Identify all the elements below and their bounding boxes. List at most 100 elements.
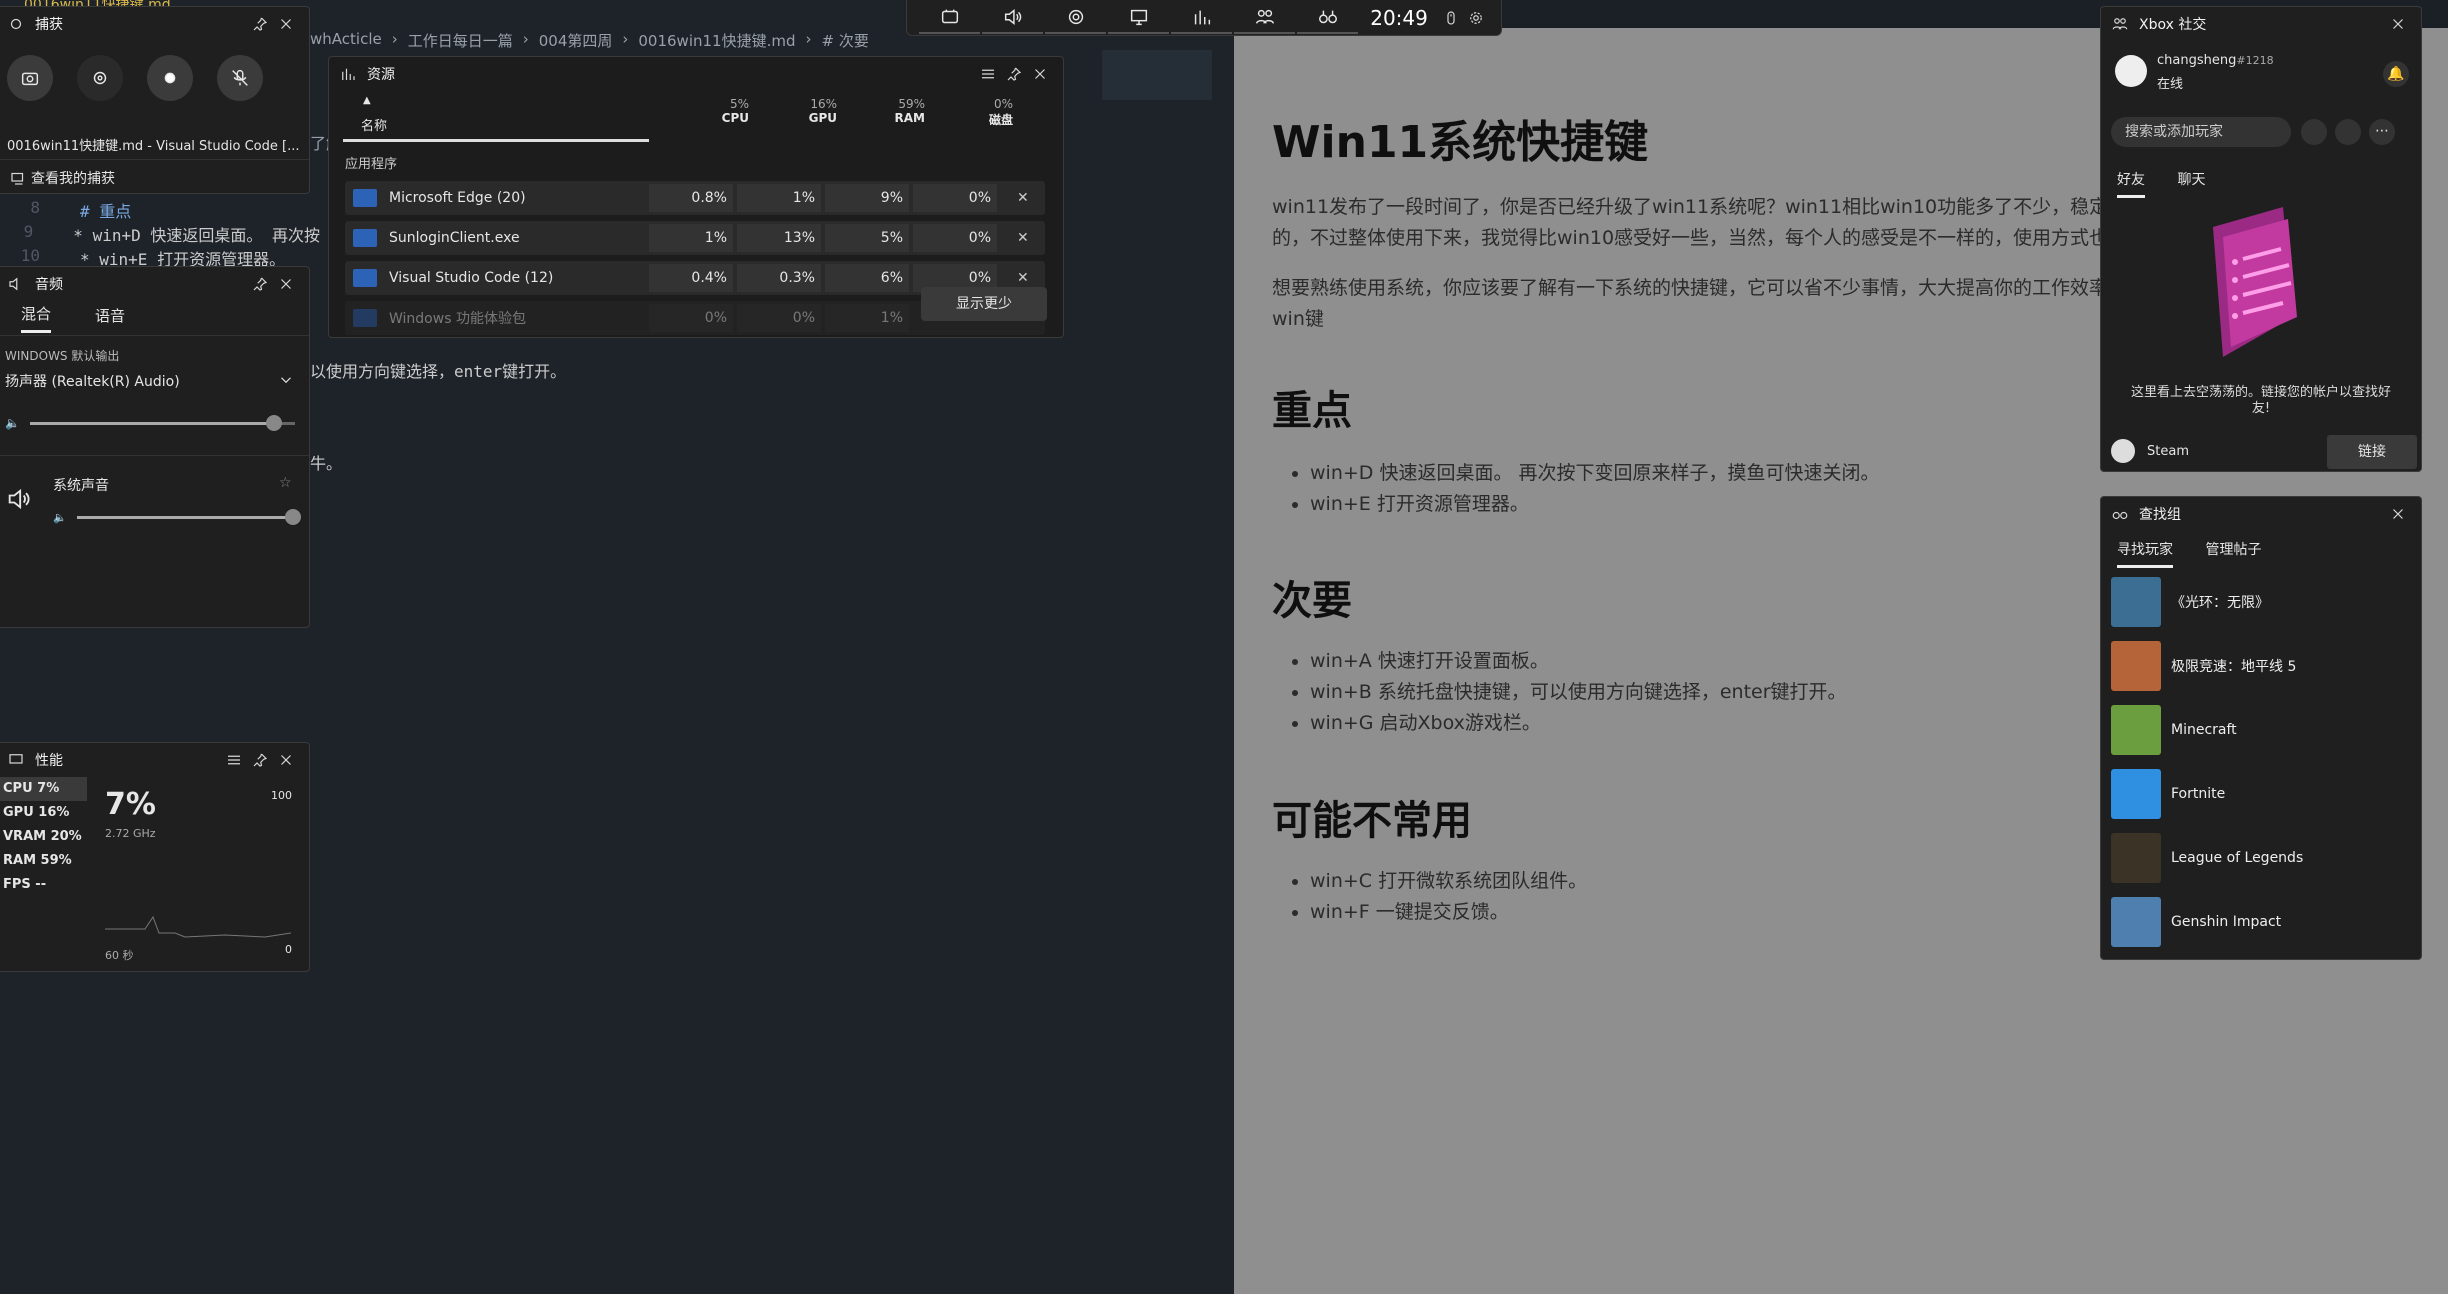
column-ram[interactable]: 59% RAM: [865, 97, 925, 125]
screenshot-button[interactable]: [7, 55, 53, 101]
output-device-select[interactable]: 扬声器 (Realtek(R) Audio): [5, 371, 295, 393]
link-account-button[interactable]: 链接: [2327, 435, 2417, 469]
recent-capture-file[interactable]: 0016win11快捷键.md - Visual Studio Code [..…: [7, 135, 299, 154]
game-item[interactable]: Fortnite: [2111, 765, 2411, 823]
more-icon[interactable]: ⋯: [2369, 119, 2395, 145]
performance-icon: [3, 747, 29, 773]
breadcrumb-item[interactable]: 004第四周: [539, 30, 613, 51]
tab-chat[interactable]: 聊天: [2177, 169, 2205, 195]
speaker-icon: [3, 271, 29, 297]
close-icon[interactable]: [1027, 61, 1053, 87]
metric-gpu[interactable]: GPU 16%: [0, 801, 87, 825]
close-icon[interactable]: [2385, 501, 2411, 527]
process-name: Visual Studio Code (12): [389, 270, 554, 286]
column-disk[interactable]: 0% 磁盘: [953, 97, 1013, 128]
process-name: SunloginClient.exe: [389, 230, 520, 246]
game-bar: 20:49: [906, 0, 1502, 36]
capture-icon[interactable]: [1045, 2, 1107, 34]
list-item: win+G 启动Xbox游戏栏。: [1310, 708, 1847, 739]
lfg-icon[interactable]: [1297, 2, 1359, 34]
audio-icon[interactable]: [982, 2, 1044, 34]
pin-icon[interactable]: [247, 11, 273, 37]
ram-value: 5%: [825, 224, 909, 252]
column-gpu[interactable]: 16% GPU: [777, 97, 837, 125]
tab-mix[interactable]: 混合: [21, 303, 52, 333]
code-line[interactable]: 8 # 重点 9 * win+D 快速返回桌面。 再次按 10 * win+E 打开资…: [0, 198, 320, 270]
close-icon[interactable]: ✕: [1017, 270, 1029, 286]
notification-icon[interactable]: 🔔: [2383, 61, 2409, 87]
output-device-label: 扬声器 (Realtek(R) Audio): [5, 374, 180, 390]
game-item[interactable]: 《光环：无限》: [2111, 573, 2411, 631]
game-item[interactable]: League of Legends: [2111, 829, 2411, 887]
game-item[interactable]: Minecraft: [2111, 701, 2411, 759]
breadcrumb-item[interactable]: 工作日每日一篇: [408, 30, 513, 51]
close-icon[interactable]: [2385, 11, 2411, 37]
tab-manage-posts[interactable]: 管理帖子: [2205, 539, 2261, 565]
record-last-button[interactable]: [77, 55, 123, 101]
slider-thumb[interactable]: [265, 414, 282, 431]
metric-ram[interactable]: RAM 59%: [0, 849, 87, 873]
metric-cpu[interactable]: CPU 7%: [0, 777, 87, 801]
resources-icon[interactable]: [1171, 2, 1233, 34]
performance-icon[interactable]: [1108, 2, 1170, 34]
pin-icon[interactable]: [247, 747, 273, 773]
star-icon[interactable]: ☆: [279, 475, 292, 491]
close-icon[interactable]: ✕: [1017, 190, 1029, 206]
avatar[interactable]: [2115, 55, 2147, 87]
tab-voice[interactable]: 语音: [95, 305, 125, 332]
game-name: Genshin Impact: [2171, 914, 2282, 930]
xbox-social-icon[interactable]: [1234, 2, 1296, 34]
table-row[interactable]: Microsoft Edge (20) 0.8% 1% 9% 0% ✕: [345, 181, 1045, 215]
settings-sliders-icon[interactable]: [221, 747, 247, 773]
system-volume-slider[interactable]: 🔈: [53, 507, 301, 527]
sort-arrow-icon[interactable]: ▲: [363, 95, 371, 106]
mic-off-button[interactable]: [217, 55, 263, 101]
column-cpu[interactable]: 5% CPU: [689, 97, 749, 125]
pin-icon[interactable]: [247, 271, 273, 297]
disk-value: 0%: [913, 184, 997, 212]
slider-thumb[interactable]: [285, 508, 301, 525]
breadcrumb-separator: ›: [805, 30, 812, 48]
breadcrumb-item[interactable]: whActicle: [310, 30, 382, 51]
tab-find-players[interactable]: 寻找玩家: [2117, 539, 2173, 568]
tab-friends[interactable]: 好友: [2117, 169, 2145, 198]
game-thumbnail: [2111, 577, 2161, 627]
app-icon: [353, 229, 377, 247]
ram-value: 9%: [825, 184, 909, 212]
close-icon[interactable]: [273, 271, 299, 297]
minimap[interactable]: [1102, 50, 1212, 100]
app-icon: [353, 269, 377, 287]
show-less-button[interactable]: 显示更少: [921, 287, 1047, 321]
mouse-icon[interactable]: [1438, 5, 1464, 31]
settings-icon[interactable]: [1463, 5, 1489, 31]
table-row[interactable]: SunloginClient.exe 1% 13% 5% 0% ✕: [345, 221, 1045, 255]
game-thumbnail: [2111, 769, 2161, 819]
line-number: 8: [30, 198, 40, 217]
breadcrumb-item[interactable]: 0016win11快捷键.md: [638, 30, 795, 51]
add-friend-icon[interactable]: [2301, 119, 2327, 145]
column-name[interactable]: 名称: [361, 115, 387, 134]
game-item[interactable]: 极限竞速：地平线 5: [2111, 637, 2411, 695]
metric-vram[interactable]: VRAM 20%: [0, 825, 87, 849]
settings-sliders-icon[interactable]: [975, 61, 1001, 87]
close-icon[interactable]: [273, 747, 299, 773]
record-button[interactable]: [147, 55, 193, 101]
pin-icon[interactable]: [1001, 61, 1027, 87]
metric-fps[interactable]: FPS --: [0, 873, 87, 897]
breadcrumb-item[interactable]: # 次要: [821, 30, 868, 51]
breadcrumb-separator: ›: [391, 30, 398, 48]
perf-graph: [105, 903, 292, 943]
close-icon[interactable]: ✕: [1017, 230, 1029, 246]
headset-icon[interactable]: [2335, 119, 2361, 145]
device-volume-slider[interactable]: 🔈: [5, 413, 295, 433]
list-item: win+E 打开资源管理器。: [1310, 489, 1880, 520]
game-thumbnail: [2111, 641, 2161, 691]
view-captures-link[interactable]: 查看我的捕获: [0, 159, 309, 193]
game-thumbnail: [2111, 897, 2161, 947]
search-input[interactable]: 搜索或添加玩家: [2111, 117, 2291, 147]
close-icon[interactable]: [273, 11, 299, 37]
game-item[interactable]: Genshin Impact: [2111, 893, 2411, 951]
widget-icon[interactable]: [919, 2, 981, 34]
gallery-icon: [5, 165, 31, 191]
gamertag-suffix: #1218: [2236, 54, 2274, 67]
